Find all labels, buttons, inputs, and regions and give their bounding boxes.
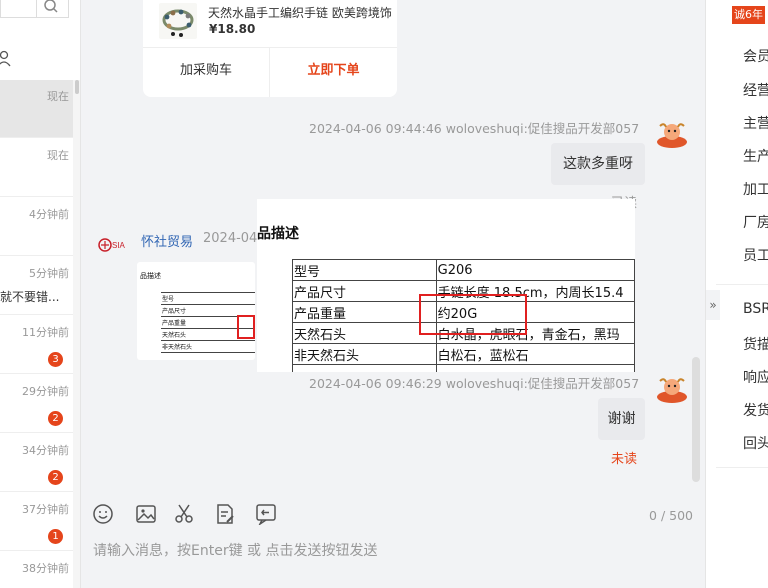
spec-key: 产品重量	[292, 301, 437, 323]
image-preview[interactable]: 品描述 型号 G206 产品尺寸 手链长度 18.5cm，内周长15.4 产品重…	[257, 199, 635, 372]
spec-key: 产品尺寸	[292, 280, 437, 302]
message-bubble[interactable]: 这款多重呀	[551, 143, 645, 185]
conversation-item[interactable]: 37分钟前 1	[0, 493, 73, 551]
spec-key: 非天然石头	[292, 343, 437, 365]
info-item: 会员	[743, 49, 768, 65]
conversation-time: 11分钟前	[22, 326, 69, 339]
conversation-item[interactable]: 11分钟前 3	[0, 316, 73, 374]
seller-logo-icon: SIA	[97, 234, 129, 256]
conversation-item[interactable]: 现在	[0, 80, 73, 138]
conversation-time: 29分钟前	[22, 385, 69, 398]
spec-value: 白松石，蓝松石	[435, 343, 635, 365]
unread-badge: 2	[48, 470, 63, 485]
input-area: 0 / 500	[81, 488, 705, 588]
document-edit-icon[interactable]	[214, 503, 236, 525]
shop-info-panel: » 诚6年 会员 经营 主营 生产 加工 厂房 员工 BSR 货描 响应 发货 …	[705, 0, 768, 588]
collapse-arrow-icon[interactable]: »	[706, 290, 720, 320]
table-line	[161, 292, 255, 293]
ox-avatar-icon	[656, 375, 688, 403]
image-message-thumbnail[interactable]: 品描述 型号 产品尺寸 产品重量 天然石头 非天然石头	[137, 262, 255, 360]
conversation-time: 现在	[47, 90, 69, 103]
preview-title: 品描述	[257, 226, 299, 242]
conversation-time: 34分钟前	[22, 444, 69, 457]
ox-avatar-icon	[656, 120, 688, 148]
info-item: BSR	[743, 301, 768, 317]
quick-reply-icon[interactable]	[255, 503, 277, 527]
info-item: 员工	[743, 248, 768, 264]
chat-scrollbar[interactable]	[692, 357, 700, 482]
conversation-snippet: 就不要错...	[0, 290, 60, 304]
product-card[interactable]: 天然水晶手工编织手链 欧美跨境饰 ¥18.80 加采购车 立即下单	[143, 0, 397, 97]
info-item: 加工	[743, 182, 768, 198]
info-item: 经营	[743, 83, 768, 99]
conversation-item[interactable]: 4分钟前	[0, 198, 73, 256]
thumb-row: 天然石头	[162, 332, 187, 339]
image-icon[interactable]	[135, 503, 157, 525]
spec-key: 天然石头	[292, 322, 437, 344]
table-line	[161, 304, 255, 305]
info-item: 货描	[743, 337, 768, 353]
contacts-icon[interactable]	[0, 50, 14, 72]
table-line	[161, 352, 255, 353]
message-meta: 2024-04-06 09:44:46 woloveshuqi:促佳搜品开发部0…	[309, 121, 640, 136]
message-meta: 2024-04-06 09:46:29 woloveshuqi:促佳搜品开发部0…	[309, 376, 640, 391]
conversation-time: 37分钟前	[22, 503, 69, 516]
search-input[interactable]	[0, 0, 69, 18]
table-line	[161, 340, 255, 341]
message-time: 2024-04	[203, 231, 258, 246]
unread-badge: 1	[48, 529, 63, 544]
conversation-scrollbar[interactable]	[73, 80, 80, 588]
conversation-time: 现在	[47, 149, 69, 162]
trust-badge: 诚6年	[732, 6, 765, 24]
conversation-item[interactable]: 34分钟前 2	[0, 434, 73, 492]
conversation-item[interactable]: 38分钟前	[0, 552, 73, 588]
svg-text:SIA: SIA	[112, 241, 126, 250]
panel-divider	[716, 284, 768, 285]
unread-status: 未读	[611, 452, 638, 467]
unread-badge: 2	[48, 411, 63, 426]
spec-key	[292, 364, 437, 372]
product-thumbnail[interactable]	[159, 3, 197, 39]
seller-name[interactable]: 怀社贸易	[141, 231, 193, 250]
highlight-box	[237, 315, 255, 339]
panel-divider	[716, 467, 768, 468]
char-count: 0 / 500	[649, 508, 693, 523]
unread-badge: 3	[48, 352, 63, 367]
spec-value	[435, 364, 635, 372]
thumb-row: 产品尺寸	[162, 308, 187, 315]
info-item: 生产	[743, 149, 768, 165]
table-row: 非天然石头 白松石，蓝松石	[292, 343, 635, 365]
product-title: 天然水晶手工编织手链 欧美跨境饰	[208, 6, 392, 20]
thumb-row: 产品重量	[162, 320, 187, 327]
scrollbar-thumb[interactable]	[75, 80, 79, 94]
conversation-time: 4分钟前	[29, 208, 69, 221]
spec-value: G206	[435, 259, 635, 281]
table-row	[292, 364, 635, 372]
message-bubble[interactable]: 谢谢	[598, 398, 645, 440]
info-item: 厂房	[743, 215, 768, 231]
thumb-row: 非天然石头	[162, 344, 193, 351]
info-item: 响应	[743, 370, 768, 386]
add-to-cart-button[interactable]: 加采购车	[143, 48, 269, 94]
conversation-item[interactable]: 5分钟前 就不要错...	[0, 257, 73, 315]
message-input[interactable]	[93, 540, 693, 562]
emoji-icon[interactable]	[92, 503, 114, 525]
thumb-row: 型号	[162, 296, 175, 303]
scissors-icon[interactable]	[173, 503, 195, 525]
spec-key: 型号	[292, 259, 437, 281]
info-item: 发货	[743, 403, 768, 419]
product-price: ¥18.80	[209, 22, 256, 36]
conversation-item[interactable]: 29分钟前 2	[0, 375, 73, 433]
conversation-time: 38分钟前	[22, 562, 69, 575]
table-row: 型号 G206	[292, 259, 635, 281]
conversation-item[interactable]: 现在	[0, 139, 73, 197]
conversation-time: 5分钟前	[29, 267, 69, 280]
conversation-list: 现在 现在 4分钟前 5分钟前 就不要错... 11分钟前 3 29分钟前 2 …	[0, 0, 81, 588]
search-icon[interactable]	[36, 0, 64, 17]
info-item: 回头	[743, 436, 768, 452]
buy-now-button[interactable]: 立即下单	[270, 48, 397, 94]
thumb-title: 品描述	[140, 272, 161, 280]
highlight-box	[419, 294, 527, 335]
info-item: 主营	[743, 116, 768, 132]
